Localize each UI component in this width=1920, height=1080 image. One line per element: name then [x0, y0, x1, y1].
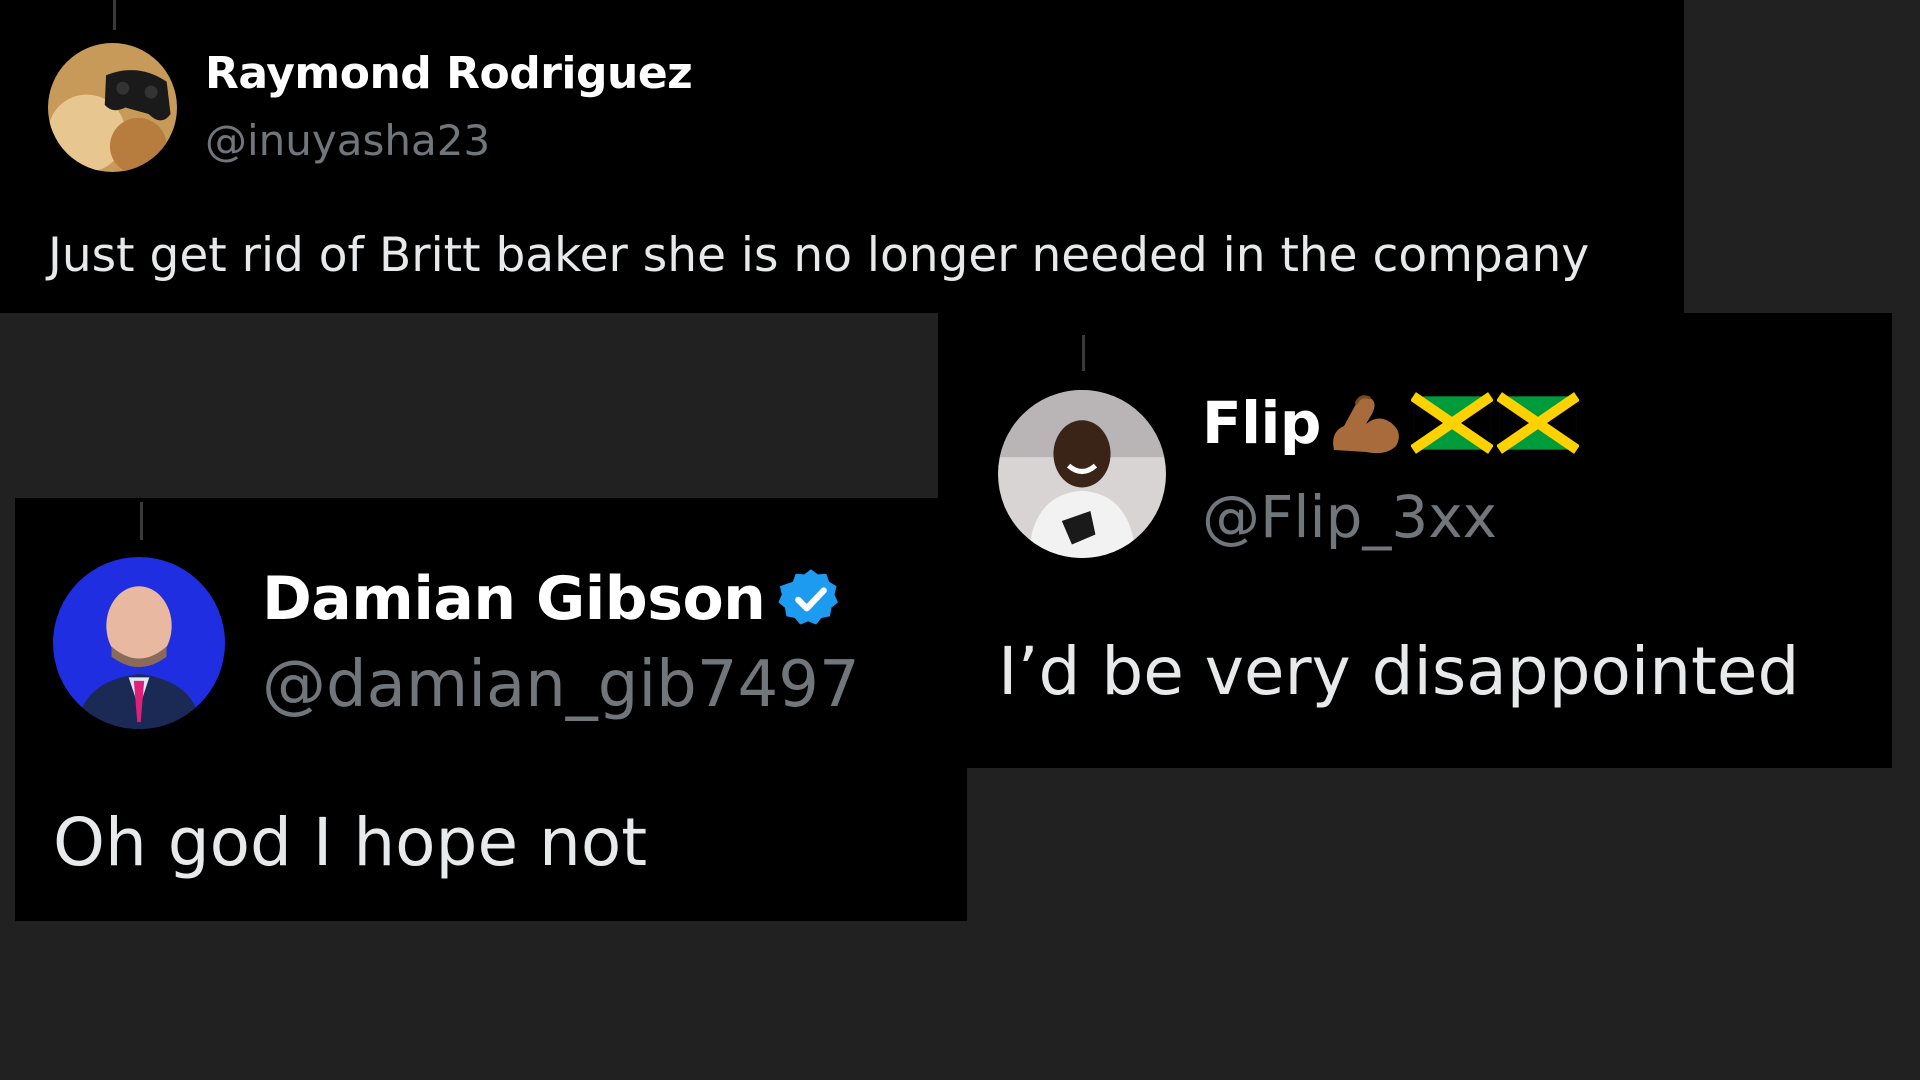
tweet-card-raymond[interactable]: Raymond Rodriguez @inuyasha23 Just get r… — [0, 0, 1684, 313]
display-name[interactable]: Damian Gibson — [262, 564, 766, 634]
person-avatar-icon — [53, 557, 225, 729]
flexed-biceps-emoji-icon — [1325, 388, 1407, 458]
user-handle[interactable]: @inuyasha23 — [205, 116, 490, 165]
avatar[interactable] — [48, 43, 177, 172]
thread-connector-line — [1082, 335, 1085, 371]
user-handle[interactable]: @damian_gib7497 — [262, 648, 860, 722]
tweet-text: Just get rid of Britt baker she is no lo… — [48, 228, 1590, 283]
tweet-text: Oh god I hope not — [53, 804, 648, 881]
avatar[interactable] — [53, 557, 225, 729]
verified-badge-icon — [777, 565, 845, 633]
person-avatar-icon — [998, 390, 1166, 558]
display-name[interactable]: Raymond Rodriguez — [205, 48, 693, 99]
tweet-card-damian[interactable]: Damian Gibson @damian_gib7497 Oh god I h… — [15, 498, 967, 921]
jamaica-flag-emoji-icon — [1410, 388, 1493, 458]
jamaica-flag-emoji-icon — [1496, 388, 1579, 458]
gamepad-avatar-icon — [48, 43, 177, 172]
tweet-card-flip[interactable]: Flip @Flip_3xx I’d be very disappointed — [938, 313, 1892, 768]
display-name-row: Damian Gibson — [262, 564, 845, 634]
avatar[interactable] — [998, 390, 1166, 558]
display-name-row: Flip — [1202, 388, 1579, 458]
user-handle[interactable]: @Flip_3xx — [1202, 483, 1497, 551]
display-name[interactable]: Flip — [1202, 389, 1321, 457]
tweet-text: I’d be very disappointed — [998, 633, 1800, 710]
thread-connector-line — [113, 0, 116, 30]
thread-connector-line — [140, 502, 143, 540]
